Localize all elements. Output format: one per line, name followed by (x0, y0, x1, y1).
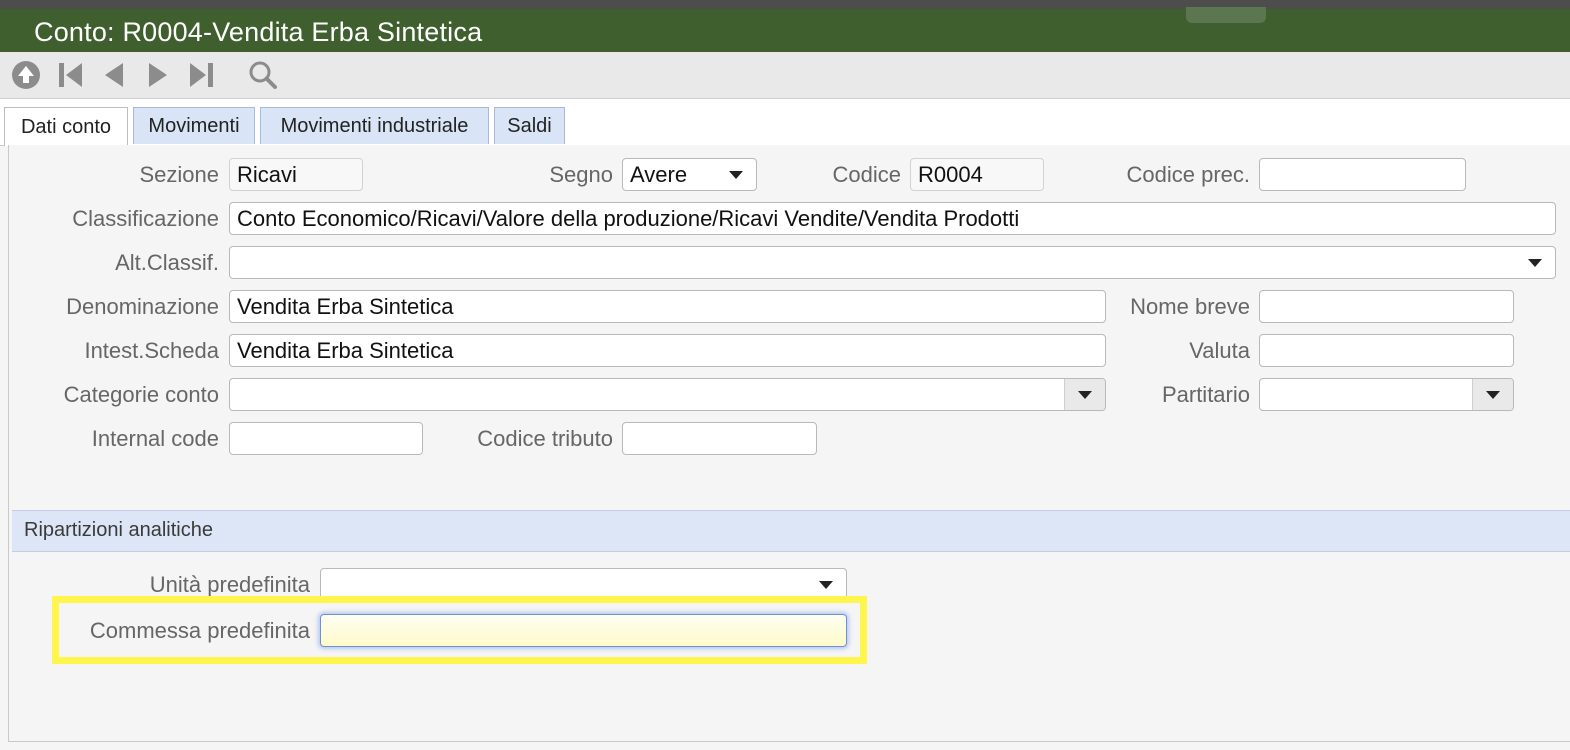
next-record-icon[interactable] (141, 58, 175, 92)
nome-breve-field[interactable] (1259, 290, 1514, 323)
classificazione-label: Classificazione (72, 206, 219, 231)
categorie-conto-label: Categorie conto (63, 382, 219, 407)
title-bar: Conto: R0004-Vendita Erba Sintetica (0, 7, 1570, 52)
tab-bar: Dati conto Movimenti Movimenti industria… (0, 99, 1570, 146)
alt-classif-label: Alt.Classif. (115, 250, 219, 275)
intest-scheda-field[interactable]: Vendita Erba Sintetica (229, 334, 1106, 367)
search-icon[interactable] (246, 58, 280, 92)
tab-dati-conto[interactable]: Dati conto (4, 107, 128, 146)
internal-code-field[interactable] (229, 422, 423, 455)
codice-tributo-label: Codice tributo (477, 426, 613, 451)
denominazione-label: Denominazione (66, 294, 219, 319)
title-bar-handle (1186, 7, 1266, 23)
ripartizioni-section-header[interactable]: Ripartizioni analitiche (12, 510, 1570, 552)
commessa-predefinita-field[interactable] (320, 614, 847, 647)
segno-label: Segno (549, 162, 613, 187)
chevron-down-icon[interactable] (716, 159, 756, 190)
classificazione-field[interactable]: Conto Economico/Ricavi/Valore della prod… (229, 202, 1556, 235)
internal-code-label: Internal code (91, 426, 219, 451)
valuta-label: Valuta (1189, 338, 1250, 363)
nome-breve-label: Nome breve (1130, 294, 1250, 319)
sezione-label: Sezione (139, 162, 219, 187)
last-record-icon[interactable] (185, 58, 219, 92)
intest-scheda-label: Intest.Scheda (84, 338, 219, 363)
valuta-field[interactable] (1259, 334, 1514, 367)
codice-prec-field[interactable] (1259, 158, 1466, 191)
section-title: Ripartizioni analitiche (24, 519, 213, 541)
tab-saldi[interactable]: Saldi (494, 107, 565, 144)
up-icon[interactable] (9, 58, 43, 92)
tab-movimenti-industriale[interactable]: Movimenti industriale (260, 107, 489, 144)
partitario-label: Partitario (1161, 382, 1250, 407)
segno-value: Avere (630, 162, 688, 187)
codice-tributo-field[interactable] (622, 422, 817, 455)
window-title: Conto: R0004-Vendita Erba Sintetica (34, 17, 483, 47)
segno-select[interactable]: Avere (622, 158, 757, 191)
chevron-down-icon[interactable] (1064, 379, 1105, 410)
window-top-strip (0, 0, 1570, 9)
sezione-field[interactable]: Ricavi (229, 158, 363, 191)
previous-record-icon[interactable] (97, 58, 131, 92)
first-record-icon[interactable] (53, 58, 87, 92)
codice-field[interactable]: R0004 (910, 158, 1044, 191)
categorie-conto-select[interactable] (229, 378, 1106, 411)
chevron-down-icon[interactable] (1472, 379, 1513, 410)
partitario-select[interactable] (1259, 378, 1514, 411)
codice-prec-label: Codice prec. (1126, 162, 1250, 187)
toolbar (0, 52, 1570, 99)
tab-movimenti[interactable]: Movimenti (133, 107, 255, 144)
unita-predefinita-label: Unità predefinita (149, 572, 310, 597)
chevron-down-icon[interactable] (1515, 247, 1555, 278)
denominazione-field[interactable]: Vendita Erba Sintetica (229, 290, 1106, 323)
codice-label: Codice (832, 162, 901, 187)
commessa-predefinita-label: Commessa predefinita (89, 618, 310, 643)
alt-classif-select[interactable] (229, 246, 1556, 279)
